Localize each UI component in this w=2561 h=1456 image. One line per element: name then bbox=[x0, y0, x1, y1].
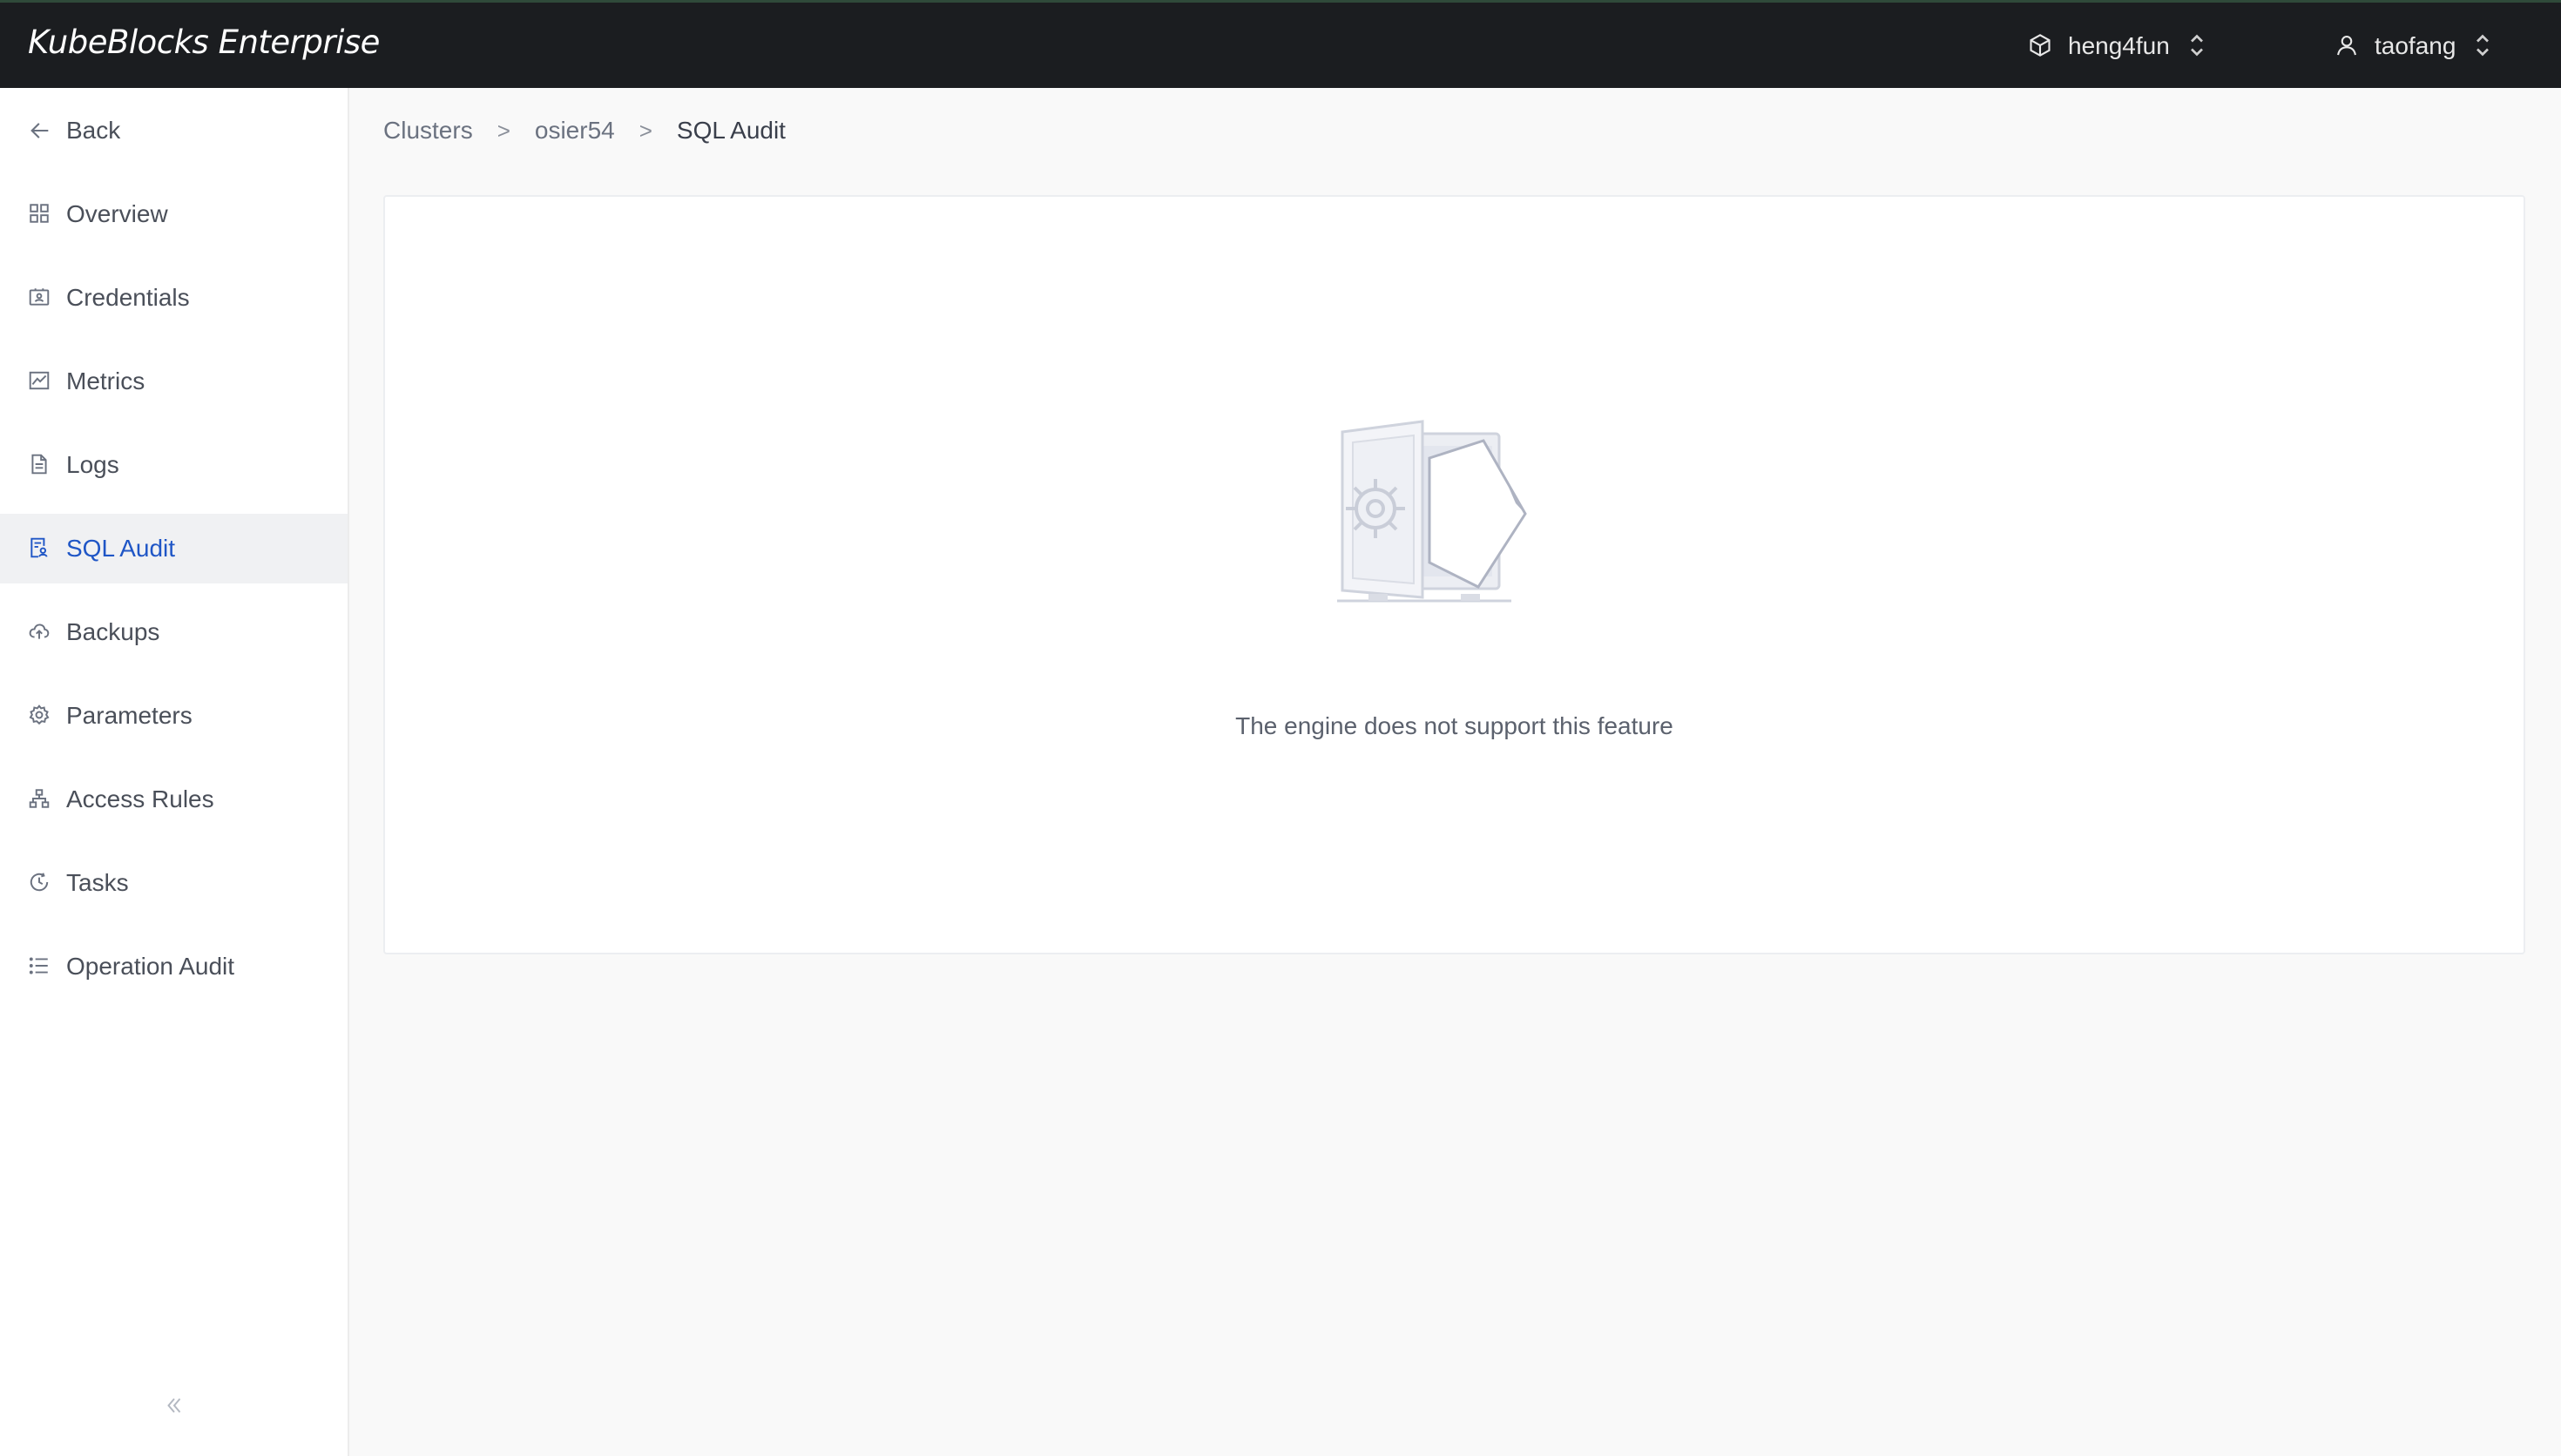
sidebar-item-credentials[interactable]: Credentials bbox=[0, 263, 348, 333]
sidebar-item-label: Access Rules bbox=[66, 785, 214, 812]
sidebar-item-tasks[interactable]: Tasks bbox=[0, 848, 348, 918]
sidebar-item-label: Metrics bbox=[66, 367, 145, 394]
breadcrumb-clusters[interactable]: Clusters bbox=[383, 117, 473, 145]
collapse-sidebar-button[interactable] bbox=[159, 1392, 189, 1422]
breadcrumb: Clusters > osier54 > SQL Audit bbox=[383, 113, 786, 148]
cloud-upload-icon bbox=[28, 620, 52, 644]
chevron-up-down-icon bbox=[2189, 32, 2208, 60]
sidebar-item-overview[interactable]: Overview bbox=[0, 179, 348, 249]
breadcrumb-separator: > bbox=[497, 117, 510, 144]
sidebar: Back Overview Credentials Metrics Logs S… bbox=[0, 88, 349, 1456]
user-icon bbox=[2335, 33, 2361, 59]
vault-empty-illustration bbox=[1337, 416, 1537, 606]
list-icon bbox=[28, 954, 52, 979]
sidebar-item-label: Tasks bbox=[66, 869, 129, 896]
chevron-up-down-icon bbox=[2475, 32, 2494, 60]
sidebar-item-label: Logs bbox=[66, 451, 119, 478]
file-icon bbox=[28, 453, 52, 477]
sidebar-item-operation-audit[interactable]: Operation Audit bbox=[0, 932, 348, 1001]
grid-icon bbox=[28, 202, 52, 226]
sidebar-item-label: Back bbox=[66, 117, 121, 144]
top-bar: KubeBlocks Enterprise heng4fun taofang bbox=[0, 0, 2561, 88]
breadcrumb-cluster[interactable]: osier54 bbox=[535, 117, 615, 145]
arrow-left-icon bbox=[28, 118, 52, 143]
sidebar-item-access-rules[interactable]: Access Rules bbox=[0, 765, 348, 834]
empty-state-message: The engine does not support this feature bbox=[1235, 712, 1673, 739]
user-selector[interactable]: taofang bbox=[2335, 29, 2494, 64]
sidebar-item-parameters[interactable]: Parameters bbox=[0, 681, 348, 751]
sidebar-item-logs[interactable]: Logs bbox=[0, 430, 348, 500]
sidebar-item-backups[interactable]: Backups bbox=[0, 597, 348, 667]
clock-icon bbox=[28, 871, 52, 895]
workspace-icon bbox=[2028, 33, 2054, 59]
chart-icon bbox=[28, 369, 52, 394]
sidebar-item-back[interactable]: Back bbox=[0, 96, 348, 165]
credentials-icon bbox=[28, 286, 52, 310]
breadcrumb-separator: > bbox=[639, 117, 652, 144]
breadcrumb-current: SQL Audit bbox=[676, 117, 786, 144]
sidebar-item-label: Parameters bbox=[66, 702, 193, 729]
brand-logo[interactable]: KubeBlocks Enterprise bbox=[28, 24, 380, 61]
sidebar-item-label: Backups bbox=[66, 618, 160, 645]
workspace-name: heng4fun bbox=[2068, 32, 2170, 59]
sidebar-item-label: Overview bbox=[66, 200, 168, 227]
sidebar-item-sql-audit[interactable]: SQL Audit bbox=[0, 514, 348, 583]
sidebar-item-metrics[interactable]: Metrics bbox=[0, 347, 348, 416]
content-card: The engine does not support this feature bbox=[383, 195, 2525, 954]
double-chevron-left-icon bbox=[163, 1394, 186, 1421]
gear-icon bbox=[28, 704, 52, 728]
sidebar-item-label: Operation Audit bbox=[66, 953, 235, 980]
workspace-selector[interactable]: heng4fun bbox=[2028, 29, 2208, 64]
sidebar-item-label: Credentials bbox=[66, 284, 190, 311]
sidebar-item-label: SQL Audit bbox=[66, 535, 176, 562]
user-name: taofang bbox=[2375, 32, 2456, 59]
network-icon bbox=[28, 787, 52, 812]
sql-audit-icon bbox=[28, 536, 52, 561]
